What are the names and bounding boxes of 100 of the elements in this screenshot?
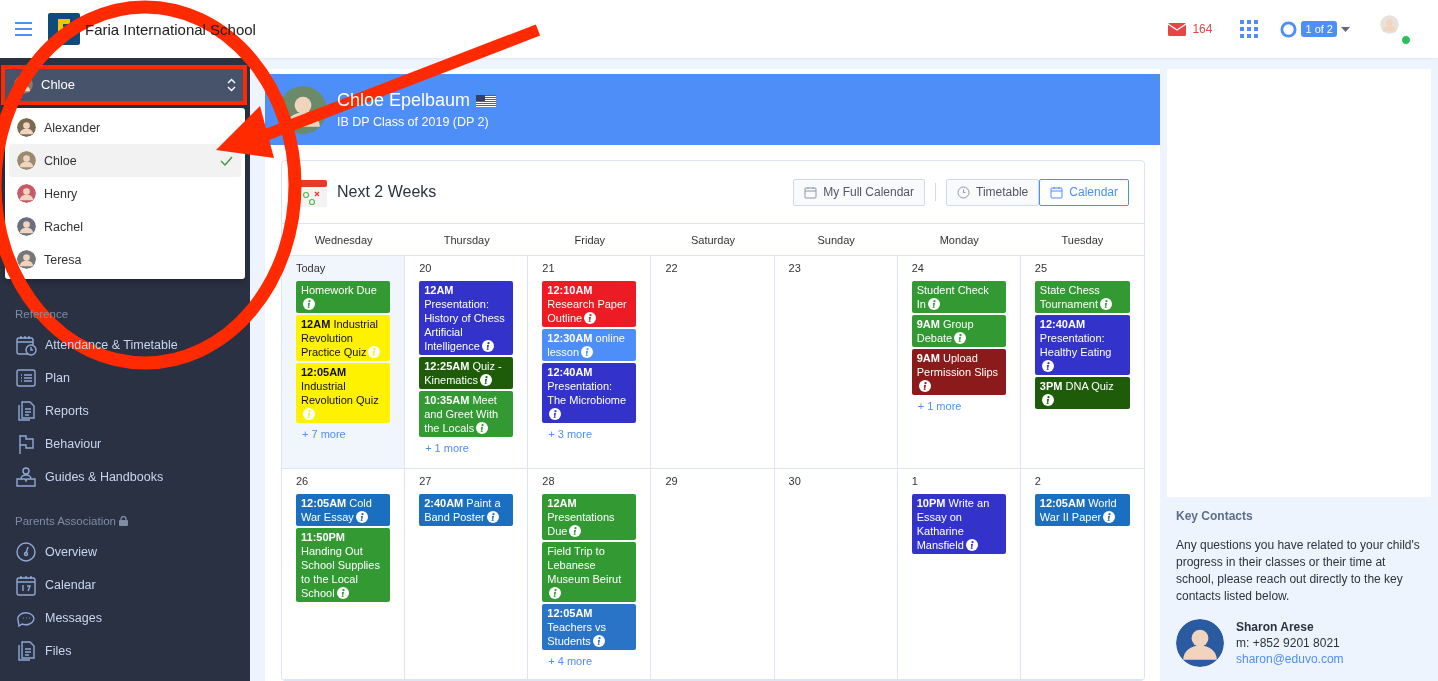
student-option[interactable]: Teresa xyxy=(9,243,241,276)
info-icon[interactable] xyxy=(1041,394,1054,406)
nav-item[interactable]: Reports xyxy=(0,394,250,427)
student-option[interactable]: Chloe xyxy=(9,144,241,177)
student-avatar xyxy=(17,118,36,137)
info-icon[interactable] xyxy=(918,380,931,392)
full-calendar-button[interactable]: My Full Calendar xyxy=(793,178,926,206)
event-card[interactable]: Field Trip to Lebanese Museum Beirut xyxy=(542,542,637,602)
event-card[interactable]: 12:10AM Research Paper Outline xyxy=(542,281,637,327)
event-card[interactable]: 12:05AM Industrial Revolution Quiz xyxy=(296,363,391,423)
event-card[interactable]: 3PM DNA Quiz xyxy=(1034,377,1130,409)
info-icon[interactable] xyxy=(549,408,562,420)
document-icon xyxy=(15,399,37,422)
day-number: 26 xyxy=(296,475,310,487)
contacts-text: Any questions you have related to your child's progress in their classes or their time at school, please reach out directly to the key contacts listed below. xyxy=(1176,537,1421,605)
nav-item[interactable]: Messages xyxy=(0,601,250,634)
student-option[interactable]: Henry xyxy=(9,177,241,210)
event-card[interactable]: State Chess Tournament xyxy=(1034,281,1130,313)
clock-icon xyxy=(957,185,971,199)
info-icon[interactable] xyxy=(355,511,368,523)
event-card[interactable]: 10PM Write an Essay on Katharine Mansfield xyxy=(911,494,1006,554)
day-number: 21 xyxy=(542,262,556,274)
student-option[interactable]: Alexander xyxy=(9,111,241,144)
event-card[interactable]: 12AM Presentations Due xyxy=(542,494,637,540)
event-card[interactable]: Homework Due xyxy=(296,281,391,313)
calendar-icon xyxy=(15,573,37,596)
day-number: 27 xyxy=(419,475,433,487)
nav-item[interactable]: Plan xyxy=(0,361,250,394)
mail-link[interactable]: 164 xyxy=(1168,22,1213,36)
mail-count: 164 xyxy=(1192,22,1213,36)
student-avatar xyxy=(17,184,36,203)
info-icon[interactable] xyxy=(592,635,605,647)
event-card[interactable]: 9AM Upload Permission Slips xyxy=(911,349,1006,395)
student-avatar xyxy=(17,217,36,236)
event-card[interactable]: Student Check In xyxy=(911,281,1006,313)
calendar-clock-icon xyxy=(15,333,37,356)
event-card[interactable]: 11:50PM Handing Out School Supplies to the Local School xyxy=(296,528,391,602)
info-icon[interactable] xyxy=(481,340,494,352)
event-card[interactable]: 12:25AM Quiz - Kinematics xyxy=(419,357,514,389)
day-number: 20 xyxy=(419,262,433,274)
section-heading: Parents Association xyxy=(15,515,116,527)
day-number: 2 xyxy=(1034,475,1042,487)
event-card[interactable]: 12AM Presentation: History of Chess Artificial Intelligence xyxy=(419,281,514,355)
day-number: 25 xyxy=(1034,262,1049,274)
menu-icon[interactable] xyxy=(15,22,32,36)
account-badge: 1 of 2 xyxy=(1301,21,1337,37)
student-option[interactable]: Rachel xyxy=(9,210,241,243)
nav-item[interactable]: Overview xyxy=(0,535,250,568)
event-card[interactable]: 10:35AM Meet and Greet With the Locals xyxy=(419,391,514,437)
user-avatar xyxy=(1380,15,1399,34)
weekday-label: Thursday xyxy=(443,233,490,246)
event-card[interactable]: 12:40AM Presentation: The Microbiome xyxy=(542,363,637,423)
info-icon[interactable] xyxy=(1103,511,1116,523)
info-icon[interactable] xyxy=(1041,360,1054,372)
info-icon[interactable] xyxy=(584,312,597,324)
contact-avatar xyxy=(1176,619,1224,667)
weekday-label: Monday xyxy=(939,233,979,246)
apps-icon[interactable] xyxy=(1240,20,1259,38)
event-card[interactable]: 2:40AM Paint a Band Poster xyxy=(419,494,514,526)
weekday-label: Wednesday xyxy=(314,233,373,246)
class-label: IB DP Class of 2019 (DP 2) xyxy=(337,115,490,129)
day-number: 29 xyxy=(665,475,679,487)
day-number: 1 xyxy=(911,475,919,487)
gauge-icon xyxy=(15,540,37,563)
nav-item[interactable]: Calendar xyxy=(0,568,250,601)
event-card[interactable]: 12:05AM World War II Paper xyxy=(1034,494,1130,526)
weekday-label: Sunday xyxy=(817,233,855,246)
document-icon xyxy=(15,639,37,662)
day-number: 22 xyxy=(665,262,679,274)
event-card[interactable]: 12:05AM Cold War Essay xyxy=(296,494,391,526)
reader-icon xyxy=(15,465,37,488)
nav-item[interactable]: Files xyxy=(0,634,250,667)
calendar-title: Next 2 Weeks xyxy=(337,183,437,201)
day-number: 23 xyxy=(788,262,802,274)
contact-name: Sharon Arese xyxy=(1236,620,1315,634)
flag-icon xyxy=(476,94,497,107)
day-number: Today xyxy=(296,262,327,274)
event-card[interactable]: 12:05AM Teachers vs Students xyxy=(542,604,637,650)
lock-icon xyxy=(119,516,128,526)
check-icon xyxy=(220,155,233,166)
list-icon xyxy=(15,366,37,389)
event-card[interactable]: 9AM Group Debate xyxy=(911,315,1006,347)
lifebuoy-icon xyxy=(1280,20,1298,38)
event-card[interactable]: 12AM Industrial Revolution Practice Quiz xyxy=(296,315,391,361)
view-tab[interactable]: Timetable xyxy=(946,178,1040,206)
nav-item[interactable]: Behaviour xyxy=(0,427,250,460)
contact-phone: m: +852 9201 8021 xyxy=(1236,636,1341,650)
day-number: 24 xyxy=(911,262,925,274)
info-icon[interactable] xyxy=(486,511,499,523)
nav-item[interactable]: Guides & Handbooks xyxy=(0,460,250,493)
mail-icon xyxy=(1168,22,1187,36)
section-heading: Key Contacts xyxy=(1176,509,1254,523)
day-number: 30 xyxy=(788,475,802,487)
event-card[interactable]: 12:40AM Presentation: Healthy Eating xyxy=(1034,315,1130,375)
weekday-label: Tuesday xyxy=(1061,233,1104,246)
weekday-label: Friday xyxy=(574,233,606,246)
info-icon[interactable] xyxy=(965,539,978,551)
calendar-icon xyxy=(1050,185,1064,199)
info-icon[interactable] xyxy=(479,374,492,386)
day-number: 28 xyxy=(542,475,556,487)
